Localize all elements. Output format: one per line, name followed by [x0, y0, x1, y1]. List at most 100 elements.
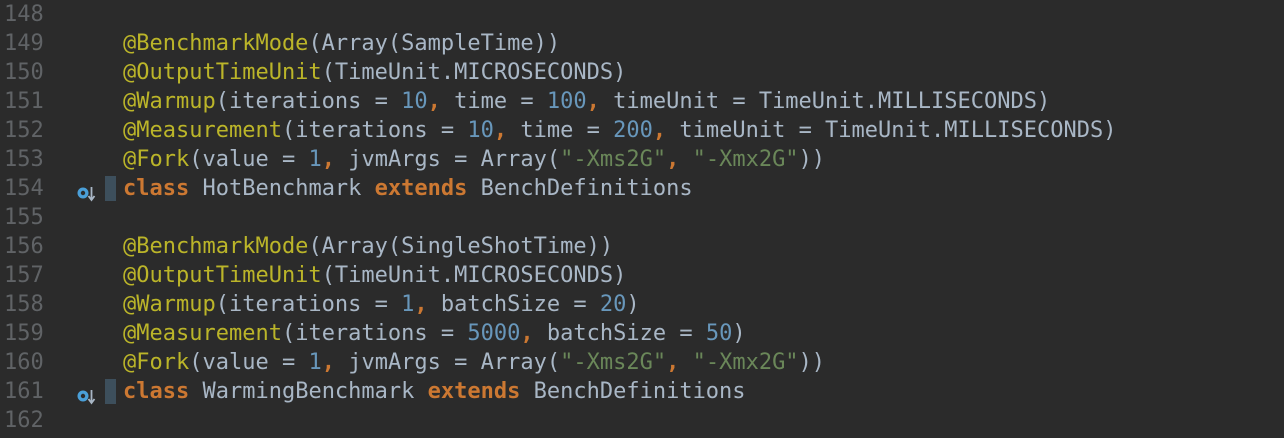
code-line[interactable]: 159 @Measurement(iterations = 5000, batch… — [0, 319, 1284, 348]
code-editor[interactable]: 148 149 @BenchmarkMode(Array(SampleTime)) 1… — [0, 0, 1284, 438]
code-token-plain: time = — [520, 118, 614, 143]
code-token-kw: , — [586, 89, 614, 114]
code-token-num: 200 — [613, 118, 653, 143]
code-token-kw: extends — [427, 379, 534, 404]
code-token-ann: @Measurement — [123, 321, 282, 346]
code-line[interactable]: 156 @BenchmarkMode(Array(SingleShotTime)) — [0, 232, 1284, 261]
code-token-kw: , — [520, 321, 547, 346]
code-token-ann: @Warmup — [123, 292, 216, 317]
code-line[interactable]: 153 @Fork(value = 1, jvmArgs = Array("-Xm… — [0, 145, 1284, 174]
code-token-ann: @Fork — [123, 147, 190, 172]
line-number: 155 — [4, 205, 44, 230]
line-number: 156 — [4, 234, 44, 259]
code-text[interactable]: @Measurement(iterations = 10, time = 200… — [123, 116, 1116, 145]
line-number: 159 — [4, 321, 44, 346]
code-line[interactable]: 162 — [0, 406, 1284, 435]
code-text[interactable]: @BenchmarkMode(Array(SampleTime)) — [123, 29, 560, 58]
line-number: 152 — [4, 118, 44, 143]
code-text[interactable]: @Warmup(iterations = 10, time = 100, tim… — [123, 87, 1050, 116]
code-line[interactable]: 151 @Warmup(iterations = 10, time = 100, … — [0, 87, 1284, 116]
code-token-plain: jvmArgs = Array( — [348, 147, 561, 172]
code-token-plain: (TimeUnit.MICROSECONDS) — [321, 60, 627, 85]
line-number: 154 — [4, 176, 44, 201]
code-token-kw: , — [666, 147, 693, 172]
code-token-plain: (TimeUnit.MICROSECONDS) — [321, 263, 627, 288]
code-token-plain: (value = — [189, 350, 309, 375]
implemented-override-icon[interactable] — [77, 181, 97, 202]
code-token-num: 10 — [467, 118, 494, 143]
code-token-plain: (iterations = — [281, 118, 468, 143]
fold-marker[interactable] — [105, 379, 116, 404]
code-text[interactable]: class HotBenchmark extends BenchDefiniti… — [123, 174, 693, 203]
code-token-plain: jvmArgs = Array( — [348, 350, 561, 375]
code-token-kw: class — [123, 176, 203, 201]
code-token-ann: @BenchmarkMode — [123, 234, 309, 259]
code-token-str: "-Xms2G" — [560, 350, 667, 375]
code-line[interactable]: 161 class WarmingBenchmark extends BenchD… — [0, 377, 1284, 406]
code-token-num: 20 — [599, 292, 627, 317]
code-token-num: 100 — [546, 89, 587, 114]
line-number: 149 — [4, 31, 44, 56]
code-token-ann: @Measurement — [123, 118, 282, 143]
code-text[interactable]: @Warmup(iterations = 1, batchSize = 20) — [123, 290, 640, 319]
code-token-kw: , — [414, 292, 441, 317]
code-token-kw: class — [123, 379, 203, 404]
code-token-plain: (iterations = — [281, 321, 468, 346]
code-line[interactable]: 148 — [0, 0, 1284, 29]
code-line[interactable]: 158 @Warmup(iterations = 1, batchSize = 2… — [0, 290, 1284, 319]
code-token-plain: WarmingBenchmark — [202, 379, 428, 404]
code-token-num: 10 — [401, 89, 428, 114]
line-number: 151 — [4, 89, 44, 114]
code-token-num: 1 — [308, 350, 322, 375]
code-text[interactable]: @Fork(value = 1, jvmArgs = Array("-Xms2G… — [123, 145, 825, 174]
code-token-kw: , — [666, 350, 693, 375]
code-token-num: 1 — [401, 292, 415, 317]
code-token-plain: (value = — [189, 147, 309, 172]
code-token-num: 5000 — [467, 321, 521, 346]
code-token-ann: @Warmup — [123, 89, 216, 114]
code-token-plain: timeUnit = TimeUnit.MILLISECONDS) — [613, 89, 1051, 114]
code-token-num: 1 — [308, 147, 322, 172]
line-number: 162 — [4, 408, 44, 433]
code-text[interactable]: @OutputTimeUnit(TimeUnit.MICROSECONDS) — [123, 261, 626, 290]
code-token-kw: , — [427, 89, 455, 114]
code-token-plain: batchSize = — [440, 292, 600, 317]
code-token-plain: )) — [798, 350, 826, 375]
code-token-kw: , — [321, 147, 349, 172]
code-token-ann: @Fork — [123, 350, 190, 375]
code-line[interactable]: 155 — [0, 203, 1284, 232]
code-line[interactable]: 157 @OutputTimeUnit(TimeUnit.MICROSECONDS… — [0, 261, 1284, 290]
code-token-ann: @OutputTimeUnit — [123, 263, 322, 288]
code-token-kw: extends — [374, 176, 481, 201]
code-line[interactable]: 150 @OutputTimeUnit(TimeUnit.MICROSECONDS… — [0, 58, 1284, 87]
code-token-plain: BenchDefinitions — [480, 176, 693, 201]
code-token-plain: )) — [798, 147, 826, 172]
code-line[interactable]: 160 @Fork(value = 1, jvmArgs = Array("-Xm… — [0, 348, 1284, 377]
line-number: 160 — [4, 350, 44, 375]
code-token-str: "-Xmx2G" — [692, 147, 799, 172]
code-text[interactable]: @Measurement(iterations = 5000, batchSiz… — [123, 319, 746, 348]
line-number: 153 — [4, 147, 44, 172]
code-text[interactable]: class WarmingBenchmark extends BenchDefi… — [123, 377, 746, 406]
code-token-plain: BenchDefinitions — [533, 379, 746, 404]
line-number: 148 — [4, 2, 44, 27]
line-number: 150 — [4, 60, 44, 85]
code-token-kw: , — [493, 118, 521, 143]
fold-marker[interactable] — [105, 176, 116, 201]
code-token-kw: , — [321, 350, 349, 375]
code-text[interactable]: @BenchmarkMode(Array(SingleShotTime)) — [123, 232, 613, 261]
code-token-str: "-Xmx2G" — [692, 350, 799, 375]
code-token-plain: (iterations = — [215, 89, 402, 114]
code-token-num: 50 — [705, 321, 733, 346]
line-number: 161 — [4, 379, 44, 404]
code-text[interactable]: @Fork(value = 1, jvmArgs = Array("-Xms2G… — [123, 348, 825, 377]
code-token-str: "-Xms2G" — [560, 147, 667, 172]
implemented-override-icon[interactable] — [77, 384, 97, 405]
code-line[interactable]: 154 class HotBenchmark extends BenchDefin… — [0, 174, 1284, 203]
code-token-plain: (iterations = — [215, 292, 402, 317]
code-line[interactable]: 149 @BenchmarkMode(Array(SampleTime)) — [0, 29, 1284, 58]
line-number: 157 — [4, 263, 44, 288]
code-token-plain: ) — [732, 321, 746, 346]
code-line[interactable]: 152 @Measurement(iterations = 10, time = … — [0, 116, 1284, 145]
code-text[interactable]: @OutputTimeUnit(TimeUnit.MICROSECONDS) — [123, 58, 626, 87]
